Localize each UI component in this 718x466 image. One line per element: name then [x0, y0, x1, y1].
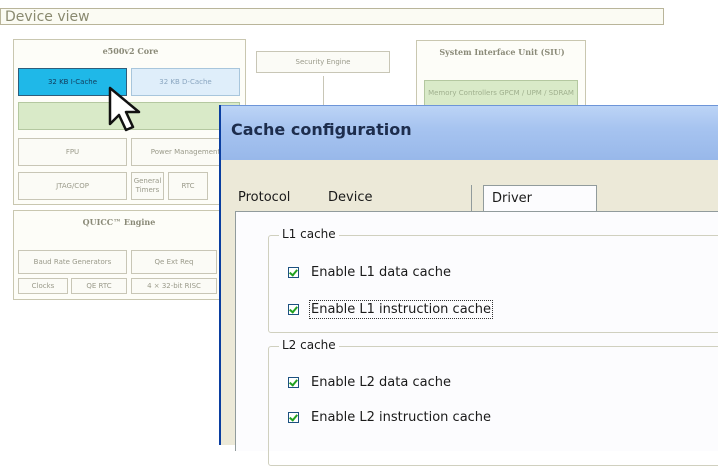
rtc-block[interactable]: RTC — [168, 172, 208, 200]
l2-data-cache-label: Enable L2 data cache — [311, 374, 451, 390]
checkbox-checked-icon[interactable] — [288, 376, 299, 388]
dcache-block[interactable]: 32 KB D-Cache — [131, 68, 240, 96]
qe-rtc-block[interactable]: QE RTC — [71, 278, 127, 294]
dialog-titlebar[interactable]: Cache configuration — [221, 105, 718, 160]
security-engine-block[interactable]: Security Engine — [256, 51, 390, 73]
tab-driver[interactable]: Driver — [483, 185, 597, 211]
baud-rate-block[interactable]: Baud Rate Generators — [18, 250, 127, 274]
core-title: e500v2 Core — [102, 46, 159, 56]
checkbox-checked-icon[interactable] — [288, 303, 299, 315]
cache-configuration-dialog: Cache configuration Protocol Device Driv… — [219, 105, 718, 466]
device-view-header: Device view — [0, 8, 664, 25]
mouse-cursor-icon — [108, 86, 141, 132]
quicc-title: QUICC™ Engine — [82, 217, 156, 227]
jtag-block[interactable]: JTAG/COP — [18, 172, 127, 200]
tab-panel: L1 cache Enable L1 data cache Enable L1 … — [235, 211, 718, 466]
l2-cache-group: L2 cache Enable L2 data cache Enable L2 … — [268, 338, 718, 466]
siu-title: System Interface Unit (SIU) — [439, 47, 565, 57]
memory-controllers-block[interactable]: Memory Controllers GPCM / UPM / SDRAM — [424, 80, 578, 106]
checkbox-checked-icon[interactable] — [288, 266, 299, 278]
fpu-block[interactable]: FPU — [18, 138, 127, 166]
checkbox-checked-icon[interactable] — [288, 411, 299, 423]
l1-data-cache-option[interactable]: Enable L1 data cache — [288, 263, 451, 281]
l1-instruction-cache-label: Enable L1 instruction cache — [308, 299, 494, 319]
clocks-block[interactable]: Clocks — [18, 278, 68, 294]
risc-block[interactable]: 4 × 32-bit RISC — [131, 278, 217, 294]
l2-instruction-cache-option[interactable]: Enable L2 instruction cache — [288, 408, 491, 426]
timers-block[interactable]: General Timers — [131, 172, 164, 200]
l2-cache-label: L2 cache — [279, 338, 339, 352]
security-connector — [323, 76, 324, 106]
tab-protocol[interactable]: Protocol — [238, 185, 318, 211]
l2-instruction-cache-label: Enable L2 instruction cache — [311, 409, 492, 425]
tab-device[interactable]: Device — [328, 185, 472, 211]
l1-instruction-cache-option[interactable]: Enable L1 instruction cache — [288, 299, 494, 319]
l1-data-cache-label: Enable L1 data cache — [311, 264, 451, 280]
dialog-title: Cache configuration — [231, 120, 412, 139]
qe-ext-req-block[interactable]: Qe Ext Req — [131, 250, 217, 274]
l2-data-cache-option[interactable]: Enable L2 data cache — [288, 373, 451, 391]
l1-cache-label: L1 cache — [279, 227, 339, 241]
l1-cache-group: L1 cache Enable L1 data cache Enable L1 … — [268, 227, 718, 333]
